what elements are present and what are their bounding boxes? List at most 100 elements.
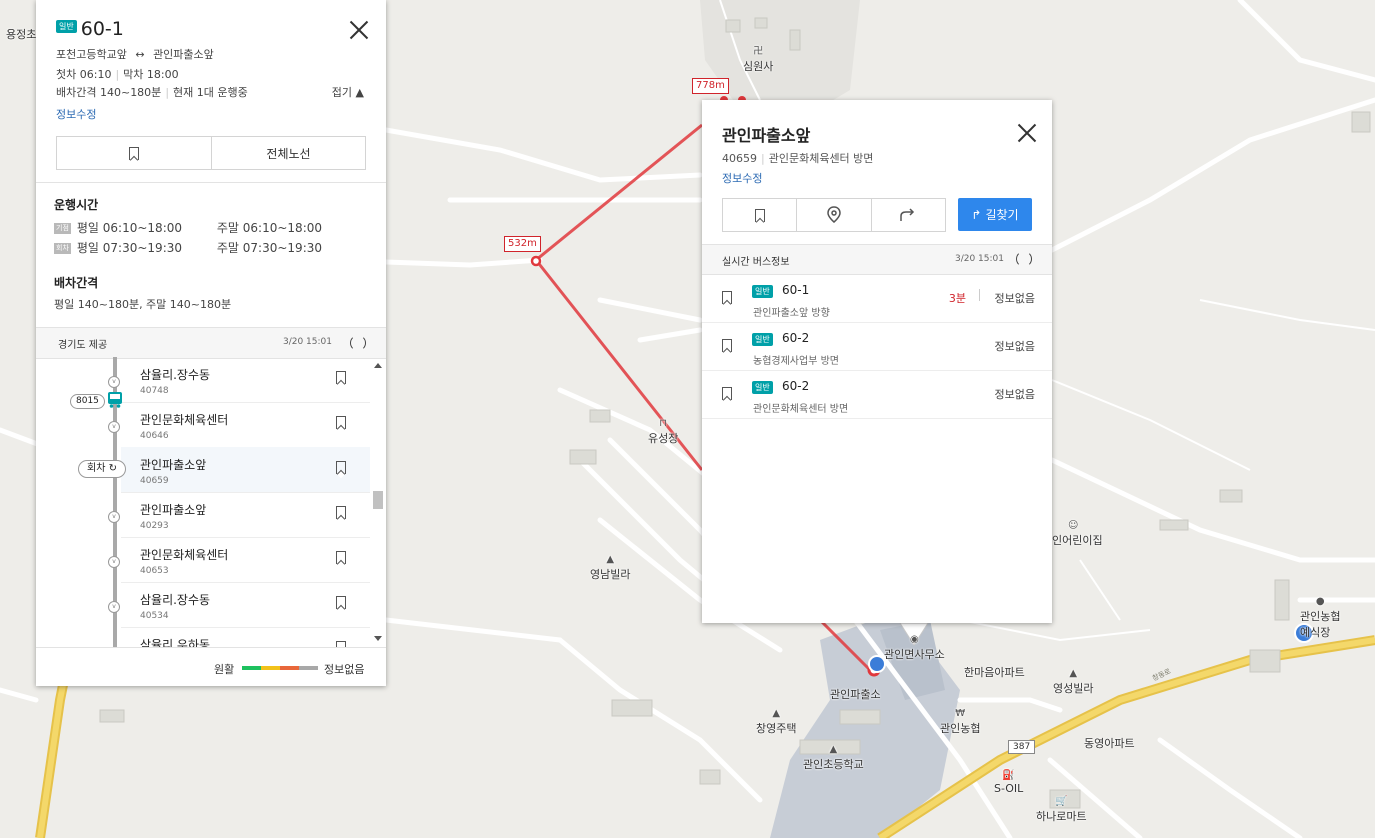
turn-weekend: 주말 07:30~19:30 (216, 241, 323, 255)
poi-kindergarten[interactable]: ☺ 인어린이집 (1052, 520, 1103, 548)
bus-icon[interactable] (107, 391, 123, 408)
legend-smooth: 원활 (214, 663, 235, 676)
route-title: 일반 60-1 (56, 18, 124, 40)
origin-weekend: 주말 06:10~18:00 (216, 221, 323, 235)
updated-time: 3/20 15:01 (282, 337, 332, 347)
stop-id: 40653 (140, 566, 169, 576)
route-panel: 일반 60-1 포천고등학교앞 ↔ 관인파출소앞 첫차 06:10 | 막차 18:0… (36, 0, 386, 686)
office-icon: ◉ (910, 634, 919, 645)
poi-office[interactable]: ◉ 관인면사무소 (884, 634, 945, 662)
stop-id: 40748 (140, 386, 169, 396)
route-actions: 전체노선 (56, 136, 366, 170)
share-button[interactable] (872, 199, 945, 231)
stop-item[interactable]: 삼율리.우하동 (121, 627, 370, 647)
stop-item[interactable]: 관인파출소앞 40293 (121, 492, 370, 538)
cart-icon: 🛒 (1055, 796, 1068, 807)
legend-yellow (261, 666, 280, 670)
chevron-down-icon: v (108, 511, 120, 523)
stop-id: 40659 (722, 152, 757, 165)
first-bus: 첫차 06:10 (56, 68, 112, 81)
chevron-down-icon: v (108, 556, 120, 568)
stop-item[interactable]: 관인문화체육센터 40653 (121, 537, 370, 583)
interval: 배차간격 140~180분 (56, 86, 162, 99)
bus-plate-tag[interactable]: 8015 (70, 394, 105, 409)
poi-youngseong[interactable]: ▲ 영성빌라 (1053, 668, 1093, 696)
scroll-down-icon[interactable] (374, 636, 382, 641)
bookmark-icon[interactable] (336, 416, 346, 429)
route-type-badge: 일반 (752, 285, 773, 298)
route-endpoints: 포천고등학교앞 ↔ 관인파출소앞 (56, 46, 214, 62)
poi-nonghyup[interactable]: ₩ 관인농협 (940, 708, 980, 736)
poi-changyoung[interactable]: ▲ 창영주택 (756, 708, 796, 736)
poi-hanmaeum[interactable]: 한마음아파트 (964, 664, 1025, 680)
bookmark-icon[interactable] (722, 387, 732, 400)
bookmark-icon (754, 208, 765, 222)
poi-soil[interactable]: ⛽ S-OIL (994, 770, 1023, 795)
bookmark-icon[interactable] (336, 596, 346, 609)
last-bus: 막차 18:00 (123, 68, 179, 81)
close-icon[interactable] (1017, 123, 1037, 143)
bookmark-button[interactable] (57, 137, 212, 169)
stop-item[interactable]: 삼율리.장수동 40534 (121, 582, 370, 628)
stop-id: 40659 (140, 476, 169, 486)
bus-row[interactable]: 일반 60-2 농협경제사업부 방면 정보없음 (702, 322, 1052, 371)
stop-item[interactable]: 삼율리.장수동 40748 (121, 357, 370, 403)
bookmark-icon[interactable] (336, 461, 346, 474)
location-button[interactable] (797, 199, 872, 231)
refresh-icon[interactable] (1016, 251, 1032, 267)
turnaround-marker: 회차 ↻ (78, 460, 126, 478)
full-route-button[interactable]: 전체노선 (212, 137, 365, 169)
poi-hanaro[interactable]: 🛒 하나로마트 (1036, 796, 1087, 824)
poi-yongjeong[interactable]: 용정초 (6, 26, 36, 42)
poi-temple[interactable]: 卍 심원사 (743, 46, 773, 74)
bookmark-icon[interactable] (336, 551, 346, 564)
poi-yuseong[interactable]: ⊓ 유성장 (648, 418, 678, 446)
apartment-icon: ▲ (606, 554, 615, 565)
scroll-up-icon[interactable] (374, 363, 382, 368)
bus-number: 60-2 (782, 331, 810, 345)
poi-police[interactable]: 관인파출소 (830, 686, 881, 702)
school-icon: ▲ (829, 744, 838, 755)
stop-item-selected[interactable]: 관인파출소앞 40659 (121, 447, 370, 493)
close-icon[interactable] (349, 20, 369, 40)
stop-popup: 관인파출소앞 40659 | 관인문화체육센터 방면 정보수정 ↱ 길찾기 실시간 버… (702, 100, 1052, 623)
apartment-icon: ▲ (772, 708, 781, 719)
directions-label: 길찾기 (985, 208, 1019, 222)
poi-school[interactable]: ▲ 관인초등학교 (803, 744, 864, 772)
fold-toggle[interactable]: 접기 ▲ (332, 84, 364, 100)
stop-actions (722, 198, 946, 232)
refresh-icon[interactable] (350, 335, 366, 351)
first-last-bus: 첫차 06:10 | 막차 18:00 (56, 68, 179, 81)
distance-label-778: 778m (692, 78, 729, 94)
scroll-thumb[interactable] (373, 491, 383, 509)
bus-direction: 농협경제사업부 방면 (753, 356, 839, 367)
realtime-header: 실시간 버스정보 3/20 15:01 (702, 244, 1052, 275)
poi-nonghyup-hall[interactable]: ● 관인농협 예식장 (1300, 596, 1340, 640)
stop-id: 40293 (140, 521, 169, 531)
stop-item[interactable]: 관인문화체육센터 40646 (121, 402, 370, 448)
scrollbar[interactable] (372, 357, 384, 647)
bus-info: 정보없음 (994, 340, 1035, 353)
bus-info: 정보없음 (994, 292, 1035, 305)
origin-weekday: 평일 06:10~18:00 (76, 221, 183, 235)
arrival-time: 3분 (948, 292, 966, 305)
bookmark-icon[interactable] (722, 291, 732, 304)
distance-label-532: 532m (504, 236, 541, 252)
poi-yeongnam[interactable]: ▲ 영남빌라 (590, 554, 630, 582)
stop-title: 관인파출소앞 (722, 126, 811, 145)
bookmark-icon[interactable] (336, 371, 346, 384)
bus-row[interactable]: 일반 60-1 관인파출소앞 방향 3분 정보없음 (702, 274, 1052, 323)
poi-dongyoung[interactable]: 동영아파트 (1084, 735, 1135, 751)
bus-row[interactable]: 일반 60-2 관인문화체육센터 방면 정보없음 (702, 370, 1052, 419)
turn-tag: 회차 (54, 243, 71, 254)
edit-info-link[interactable]: 정보수정 (56, 106, 96, 122)
traffic-legend: 원활 정보없음 (36, 647, 386, 687)
legend-none: 정보없음 (324, 663, 365, 676)
edit-info-link[interactable]: 정보수정 (722, 170, 762, 186)
bookmark-icon[interactable] (336, 506, 346, 519)
directions-button[interactable]: ↱ 길찾기 (958, 198, 1032, 231)
chevron-down-icon: v (108, 601, 120, 613)
market-icon: ⊓ (659, 418, 668, 429)
bookmark-button[interactable] (723, 199, 798, 231)
bookmark-icon[interactable] (722, 339, 732, 352)
